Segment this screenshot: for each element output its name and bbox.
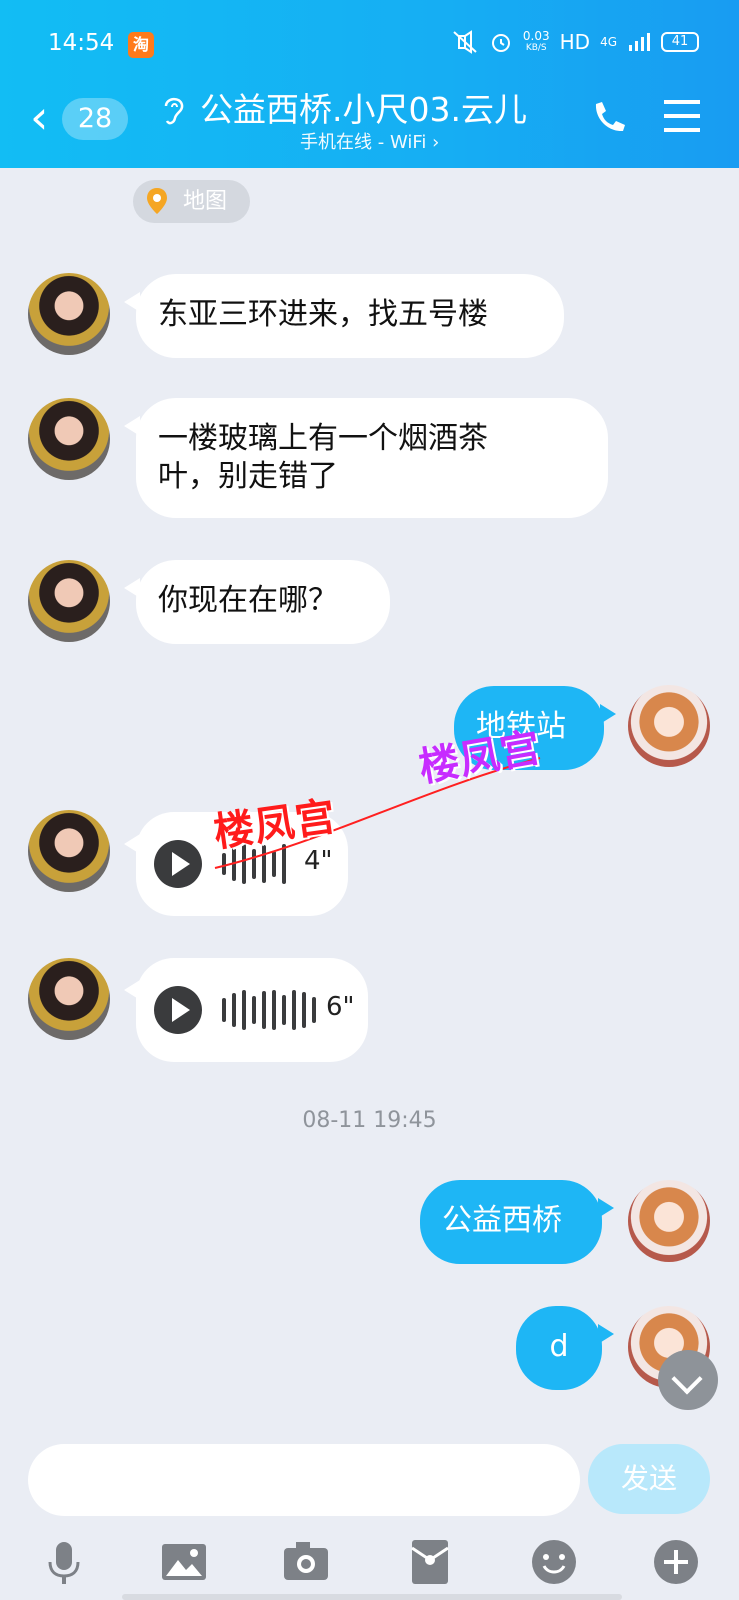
input-toolbar bbox=[0, 1530, 739, 1600]
network-type: 4G bbox=[600, 35, 617, 49]
taobao-app-icon: 淘 bbox=[128, 32, 154, 58]
message-text: 公益西桥 bbox=[442, 1203, 562, 1238]
message-text-line: 一楼玻璃上有一个烟酒茶 bbox=[158, 421, 488, 456]
message-text: d bbox=[549, 1329, 569, 1364]
contact-avatar[interactable] bbox=[28, 560, 110, 642]
status-bar: 14:54 淘 0.03 KB/S HD 4G 41 bbox=[48, 30, 699, 60]
message-timestamp: 08-11 19:45 bbox=[302, 1108, 437, 1133]
play-voice-icon[interactable] bbox=[154, 986, 202, 1034]
contact-avatar[interactable] bbox=[28, 398, 110, 480]
microphone-icon[interactable] bbox=[40, 1538, 88, 1586]
red-packet-icon[interactable] bbox=[406, 1538, 454, 1586]
received-message-bubble[interactable]: 你现在在哪？ bbox=[124, 560, 390, 644]
signal-icon bbox=[629, 33, 650, 51]
sent-message-bubble[interactable]: 公益西桥 bbox=[420, 1180, 614, 1264]
composer: 发送 bbox=[0, 1430, 739, 1520]
voice-waveform-icon bbox=[222, 990, 316, 1030]
net-speed: 0.03 KB/S bbox=[523, 30, 550, 54]
voice-message-bubble[interactable]: 6" bbox=[124, 958, 368, 1062]
message-input[interactable] bbox=[28, 1444, 580, 1516]
message-text: 东亚三环进来，找五号楼 bbox=[158, 297, 488, 332]
alarm-icon bbox=[491, 34, 510, 52]
received-message-bubble[interactable]: 东亚三环进来，找五号楼 bbox=[124, 274, 564, 358]
map-chip[interactable]: 地图 bbox=[133, 180, 250, 223]
net-speed-unit: KB/S bbox=[525, 43, 547, 53]
camera-icon[interactable] bbox=[282, 1538, 330, 1586]
watermark-text: 楼凤宫 bbox=[415, 724, 545, 792]
message-text: 你现在在哪？ bbox=[158, 583, 338, 618]
menu-icon[interactable] bbox=[662, 98, 702, 134]
contact-avatar[interactable] bbox=[28, 958, 110, 1040]
status-time: 14:54 bbox=[48, 30, 115, 56]
net-speed-value: 0.03 bbox=[522, 29, 550, 43]
chat-title: 公益西桥.小尺03.云儿 bbox=[200, 90, 527, 129]
nav-bar: ‹ 28 公益西桥.小尺03.云儿 手机在线 - WiFi › bbox=[0, 90, 739, 160]
map-chip-label: 地图 bbox=[183, 189, 228, 214]
plus-icon[interactable] bbox=[652, 1538, 700, 1586]
unread-count-badge[interactable]: 28 bbox=[62, 98, 128, 140]
voice-duration: 6" bbox=[326, 992, 355, 1022]
send-button[interactable]: 发送 bbox=[588, 1444, 710, 1514]
play-voice-icon[interactable] bbox=[154, 840, 202, 888]
battery-indicator: 41 bbox=[661, 32, 699, 52]
my-avatar[interactable] bbox=[628, 685, 710, 767]
chat-header: 14:54 淘 0.03 KB/S HD 4G 41 ‹ 28 公益西桥.小尺0… bbox=[0, 0, 739, 168]
online-status[interactable]: 手机在线 - WiFi › bbox=[300, 128, 439, 154]
status-icons: 0.03 KB/S HD 4G 41 bbox=[451, 30, 699, 54]
emoji-icon[interactable] bbox=[530, 1538, 578, 1586]
voice-duration: 4" bbox=[304, 846, 333, 876]
location-pin-icon bbox=[147, 188, 167, 214]
sent-message-bubble[interactable]: d bbox=[516, 1306, 614, 1390]
image-icon[interactable] bbox=[160, 1538, 208, 1586]
phone-call-icon[interactable] bbox=[588, 98, 628, 138]
earpiece-mode-icon[interactable] bbox=[158, 92, 188, 130]
scroll-to-bottom-button[interactable] bbox=[658, 1350, 718, 1410]
message-text-line: 叶，别走错了 bbox=[158, 459, 338, 494]
home-indicator bbox=[122, 1594, 622, 1600]
received-message-bubble[interactable]: 一楼玻璃上有一个烟酒茶 叶，别走错了 bbox=[124, 398, 608, 518]
my-avatar[interactable] bbox=[628, 1180, 710, 1262]
hd-indicator: HD bbox=[559, 30, 591, 54]
mute-icon bbox=[453, 30, 477, 54]
back-chevron-icon[interactable]: ‹ bbox=[30, 94, 48, 140]
contact-avatar[interactable] bbox=[28, 273, 110, 355]
contact-avatar[interactable] bbox=[28, 810, 110, 892]
